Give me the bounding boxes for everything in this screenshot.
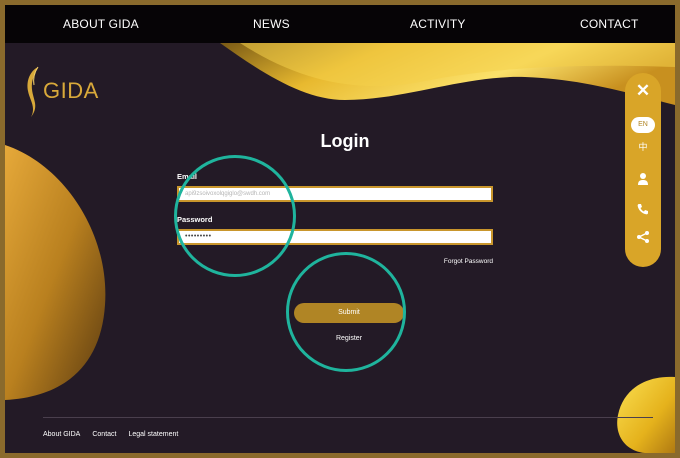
top-navigation: ABOUT GIDA NEWS ACTIVITY CONTACT [5,5,675,43]
close-icon[interactable]: ✕ [625,81,661,101]
feather-icon [27,66,39,117]
email-field[interactable]: api9zsoivoxolqgiglo@swdh.com [177,186,493,202]
password-field[interactable]: ••••••••• [177,229,493,245]
nav-activity[interactable]: ACTIVITY [410,5,466,43]
submit-button[interactable]: Submit [294,303,404,323]
password-label: Password [177,215,213,224]
nav-about-gida[interactable]: ABOUT GIDA [63,5,139,43]
register-link[interactable]: Register [294,335,404,342]
footer-about-gida[interactable]: About GIDA [43,431,80,438]
page-frame: ABOUT GIDA NEWS ACTIVITY CONTACT GIDA Lo… [0,0,680,458]
login-title: Login [320,131,370,151]
gida-logo[interactable]: GIDA [25,65,99,117]
email-label: Email [177,172,198,181]
forgot-password-link[interactable]: Forgot Password [444,258,493,265]
nav-news[interactable]: NEWS [253,5,290,43]
nav-contact[interactable]: CONTACT [580,5,639,43]
logo-text: GIDA [43,78,99,103]
footer-contact[interactable]: Contact [92,431,116,438]
footer-divider [43,417,653,418]
side-toolbar: ✕ EN 中 [625,73,661,267]
language-en-button[interactable]: EN [631,117,655,133]
share-icon[interactable] [635,229,651,245]
phone-icon[interactable] [635,201,651,217]
language-zh-button[interactable]: 中 [625,140,661,153]
footer-links: About GIDA Contact Legal statement [43,431,178,438]
footer-legal-statement[interactable]: Legal statement [128,431,178,438]
user-icon[interactable] [635,171,651,187]
